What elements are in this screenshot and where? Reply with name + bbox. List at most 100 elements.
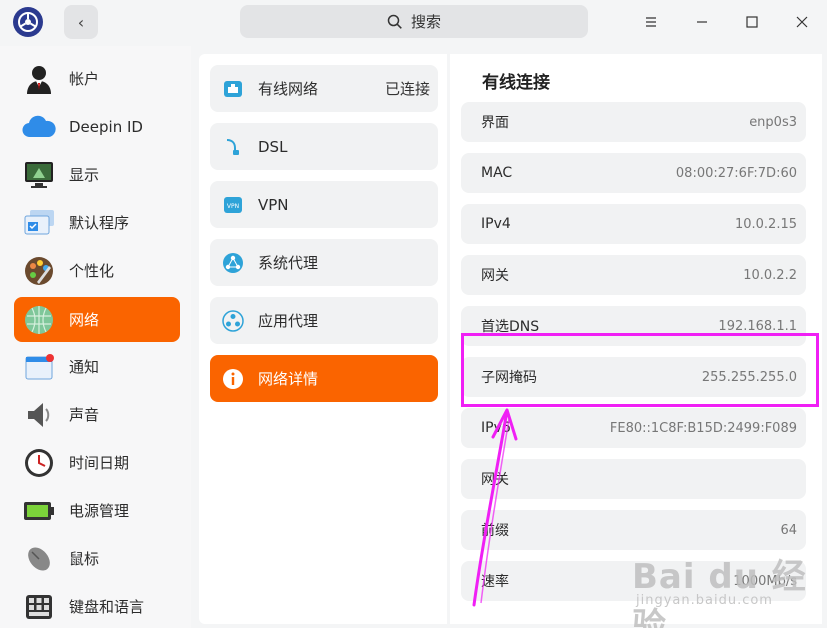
- close-icon: [796, 16, 808, 28]
- mouse-icon: [22, 542, 56, 576]
- sidebar-item-label: 通知: [69, 358, 100, 376]
- notification-icon: [22, 350, 56, 384]
- section-title: 有线连接: [482, 73, 550, 93]
- sidebar-item-label: 个性化: [69, 262, 115, 280]
- detail-label: 界面: [481, 115, 509, 131]
- detail-label: 网关: [481, 472, 509, 488]
- network-menu: 有线网络 已连接 DSL VPN VPN 系统代理 应用代理 网络详情: [199, 54, 447, 624]
- wired-network-icon: [222, 78, 244, 100]
- sidebar-item-label: 默认程序: [69, 214, 130, 232]
- detail-label: 前缀: [481, 523, 509, 539]
- detail-label: 网关: [481, 268, 509, 284]
- network-menu-item-label: 系统代理: [258, 254, 319, 272]
- app-proxy-icon: [222, 309, 244, 332]
- sidebar-item-keyboard[interactable]: 键盘和语言: [14, 584, 180, 628]
- maximize-button[interactable]: [740, 10, 764, 34]
- detail-label: 首选DNS: [481, 319, 540, 335]
- detail-row-primary-dns: 首选DNS 192.168.1.1: [461, 306, 806, 346]
- title-bar: ‹ 搜索: [0, 0, 827, 46]
- menu-button[interactable]: [639, 10, 663, 34]
- network-menu-item-details[interactable]: 网络详情: [210, 355, 438, 402]
- sidebar-item-display[interactable]: 显示: [14, 152, 180, 197]
- detail-row-ipv6-gateway: 网关: [461, 459, 806, 499]
- detail-label: IPv4: [481, 216, 511, 232]
- hamburger-menu-icon: [646, 17, 656, 27]
- sidebar-item-label: 时间日期: [69, 454, 130, 472]
- network-menu-item-label: VPN: [258, 195, 289, 214]
- network-menu-item-label: 有线网络: [258, 80, 319, 98]
- detail-value: enp0s3: [749, 114, 797, 130]
- system-proxy-icon: [222, 252, 244, 274]
- detail-row-gateway: 网关 10.0.2.2: [461, 255, 806, 295]
- sidebar-item-personalization[interactable]: 个性化: [14, 248, 180, 293]
- sidebar-item-network[interactable]: 网络: [14, 297, 180, 342]
- minimize-icon: [697, 21, 707, 23]
- sidebar-item-datetime[interactable]: 时间日期: [14, 440, 180, 485]
- default-apps-icon: [22, 206, 56, 240]
- sidebar-item-notification[interactable]: 通知: [14, 344, 180, 389]
- search-placeholder: 搜索: [410, 13, 441, 31]
- dsl-icon: [222, 136, 244, 158]
- detail-label: 子网掩码: [481, 370, 537, 386]
- network-menu-item-dsl[interactable]: DSL: [210, 123, 438, 170]
- sidebar-item-label: 电源管理: [69, 502, 130, 520]
- detail-label: IPv6: [481, 420, 511, 436]
- sidebar-item-label: 鼠标: [69, 550, 100, 568]
- close-button[interactable]: [790, 10, 814, 34]
- sidebar-item-accounts[interactable]: 帐户: [14, 56, 180, 101]
- detail-value: 08:00:27:6F:7D:60: [675, 165, 797, 181]
- network-menu-item-app-proxy[interactable]: 应用代理: [210, 297, 438, 344]
- network-menu-item-label: DSL: [258, 137, 288, 156]
- minimize-button[interactable]: [690, 10, 714, 34]
- palette-icon: [22, 254, 56, 288]
- sidebar-item-deepin-id[interactable]: Deepin ID: [14, 104, 180, 149]
- detail-value: FE80::1C8F:B15D:2499:F089: [609, 420, 797, 436]
- sidebar-item-label: 网络: [69, 311, 100, 329]
- detail-row-ipv6: IPv6 FE80::1C8F:B15D:2499:F089: [461, 408, 806, 448]
- clock-icon: [22, 446, 56, 480]
- user-avatar-icon: [22, 62, 56, 96]
- detail-row-subnet-mask: 子网掩码 255.255.255.0: [461, 357, 806, 397]
- search-input[interactable]: 搜索: [240, 5, 588, 38]
- detail-row-ipv4: IPv4 10.0.2.15: [461, 204, 806, 244]
- connection-status: 已连接: [384, 80, 430, 98]
- detail-label: MAC: [481, 165, 513, 181]
- control-center-logo-icon: [13, 7, 43, 37]
- sidebar-item-power[interactable]: 电源管理: [14, 488, 180, 533]
- sidebar-item-label: 声音: [69, 406, 100, 424]
- detail-value: 64: [780, 522, 797, 538]
- vpn-icon: VPN: [222, 194, 244, 216]
- network-menu-item-label: 网络详情: [258, 370, 319, 388]
- back-button[interactable]: ‹: [64, 5, 98, 39]
- keyboard-icon: [22, 590, 56, 624]
- detail-label: 速率: [481, 574, 509, 590]
- sidebar-item-mouse[interactable]: 鼠标: [14, 536, 180, 581]
- monitor-icon: [22, 158, 56, 192]
- sidebar-item-default-apps[interactable]: 默认程序: [14, 200, 180, 245]
- network-menu-item-system-proxy[interactable]: 系统代理: [210, 239, 438, 286]
- detail-row-speed: 速率 1000Mb/s: [461, 561, 806, 601]
- detail-value: 192.168.1.1: [718, 318, 797, 334]
- speaker-icon: [22, 398, 56, 432]
- detail-value: 10.0.2.2: [743, 267, 797, 283]
- detail-row-interface: 界面 enp0s3: [461, 102, 806, 142]
- info-icon: [222, 368, 244, 390]
- network-details-panel: 有线连接 界面 enp0s3 MAC 08:00:27:6F:7D:60 IPv…: [450, 54, 822, 624]
- cloud-icon: [22, 110, 56, 144]
- detail-value: 255.255.255.0: [701, 369, 797, 385]
- sidebar-item-label: 显示: [69, 166, 100, 184]
- sidebar-item-label: Deepin ID: [69, 117, 143, 136]
- sidebar-item-sound[interactable]: 声音: [14, 392, 180, 437]
- detail-row-mac: MAC 08:00:27:6F:7D:60: [461, 153, 806, 193]
- network-menu-item-vpn[interactable]: VPN VPN: [210, 181, 438, 228]
- svg-text:VPN: VPN: [227, 203, 239, 210]
- globe-network-icon: [22, 303, 56, 337]
- detail-value: 10.0.2.15: [734, 216, 797, 232]
- detail-row-prefix: 前缀 64: [461, 510, 806, 550]
- network-menu-item-wired[interactable]: 有线网络 已连接: [210, 65, 438, 112]
- battery-icon: [22, 494, 56, 528]
- sidebar: 帐户 Deepin ID 显示 默认程序 个性化 网络 通知 声音 时间日期 电…: [0, 46, 191, 628]
- sidebar-item-label: 帐户: [69, 70, 100, 88]
- sidebar-item-label: 键盘和语言: [69, 598, 145, 616]
- maximize-icon: [746, 16, 758, 28]
